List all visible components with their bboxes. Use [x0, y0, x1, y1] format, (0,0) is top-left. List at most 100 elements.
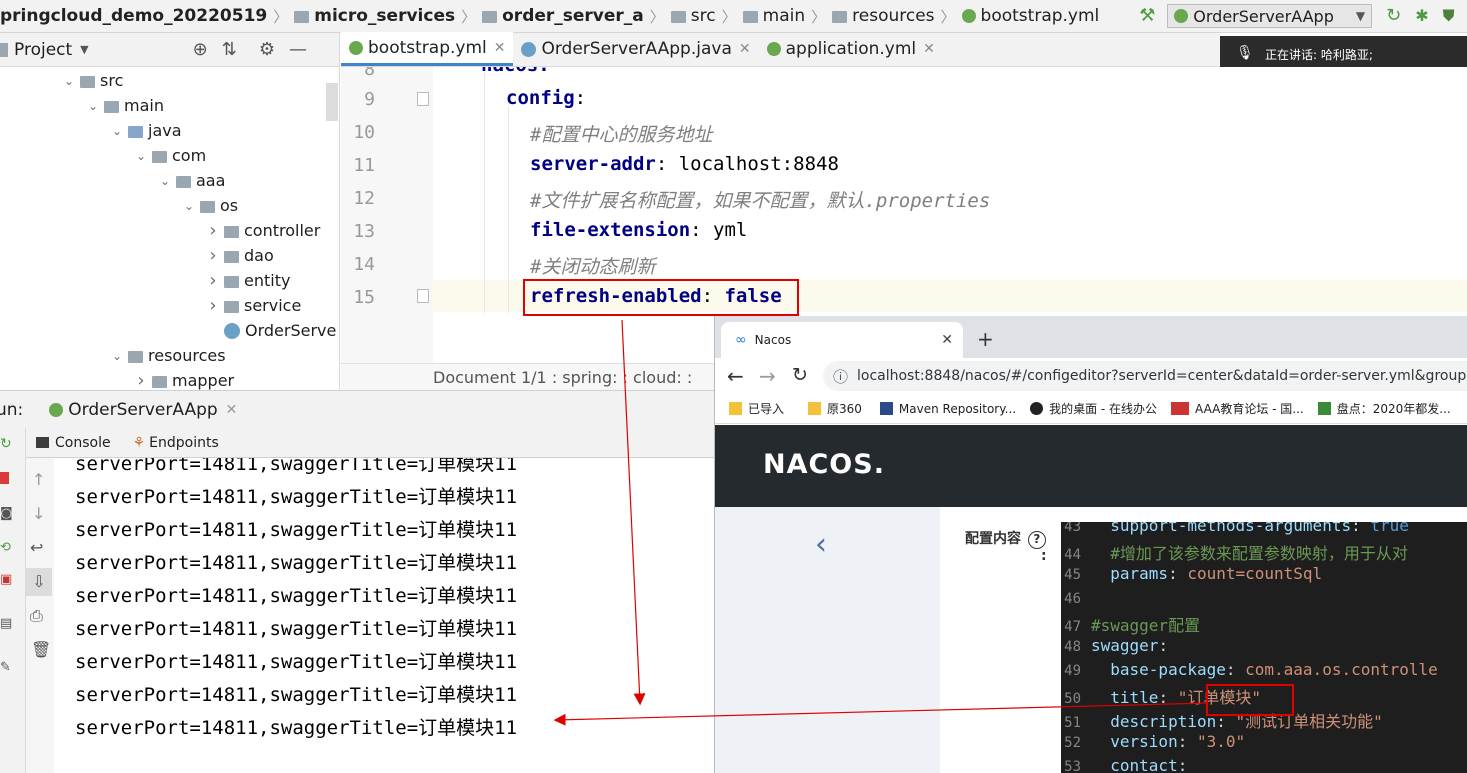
hide-panel-icon[interactable]: —: [289, 39, 307, 60]
chevron-right-icon[interactable]: ›: [206, 270, 220, 291]
chevron-right-icon[interactable]: ›: [206, 220, 220, 241]
browser-tab-bar: ∞ Nacos ✕ +: [715, 316, 1467, 358]
gear-icon[interactable]: ⚙: [259, 39, 275, 60]
refresh-enabled-highlight-box: [523, 279, 799, 316]
scroll-down-icon[interactable]: ↓: [32, 504, 45, 523]
run-tab-label[interactable]: OrderServerAApp: [68, 400, 217, 420]
fold-marker-icon[interactable]: [417, 289, 429, 303]
tree-item[interactable]: › service: [206, 293, 301, 318]
bookmark-pandian[interactable]: 盘点：2020年都发...: [1317, 400, 1451, 417]
pin-icon[interactable]: ✎: [0, 660, 11, 675]
address-url: localhost:8848/nacos/#/configeditor?serv…: [857, 368, 1467, 384]
layout-icon[interactable]: ▤: [0, 616, 12, 631]
tree-item[interactable]: ⌄ aaa: [158, 168, 225, 193]
yaml-config-editor[interactable]: 43 support-methods-arguments: true 44 #增加…: [1061, 522, 1467, 773]
console-output[interactable]: serverPort=14811,swaggerTitle=订单模块11 serv…: [54, 458, 714, 773]
breadcrumb-separator: 〉: [811, 7, 827, 26]
soft-wrap-icon[interactable]: ↩: [30, 538, 43, 557]
exit-icon[interactable]: ▣: [0, 572, 12, 587]
tree-item[interactable]: › dao: [206, 243, 273, 268]
folder-icon: [224, 300, 239, 313]
bookmark-desktop[interactable]: 我的桌面 - 在线办公: [1030, 400, 1157, 417]
close-icon[interactable]: ✕: [226, 402, 238, 418]
debug-bug-icon[interactable]: ✱: [1415, 8, 1428, 24]
chevron-down-icon[interactable]: ▼: [80, 43, 88, 56]
help-icon[interactable]: ?: [1027, 531, 1046, 549]
tree-item[interactable]: › controller: [206, 218, 320, 243]
breadcrumb-src[interactable]: src: [691, 6, 716, 26]
tree-item[interactable]: › entity: [206, 268, 290, 293]
chevron-down-icon[interactable]: ⌄: [158, 174, 172, 188]
yaml-line-number: 51: [1064, 715, 1081, 731]
breadcrumb-main[interactable]: main: [763, 6, 805, 26]
breadcrumb-resources[interactable]: resources: [852, 6, 934, 26]
collapse-all-icon[interactable]: ⇅: [222, 39, 237, 60]
coverage-shield-icon[interactable]: ⛊: [1443, 8, 1455, 24]
tree-item[interactable]: ⌄ os: [182, 193, 238, 218]
browser-tab-nacos[interactable]: ∞ Nacos ✕: [721, 322, 963, 358]
tree-scrollbar[interactable]: [326, 83, 338, 121]
restart-icon[interactable]: ⟲: [0, 540, 11, 555]
address-bar[interactable]: ⓘ localhost:8848/nacos/#/configeditor?se…: [823, 361, 1467, 391]
forward-arrow-icon[interactable]: →: [759, 364, 776, 388]
scroll-up-icon[interactable]: ↑: [32, 470, 45, 489]
bookmark-imported[interactable]: 已导入: [729, 400, 784, 417]
chevron-down-icon[interactable]: ⌄: [86, 99, 100, 113]
breadcrumb-file[interactable]: bootstrap.yml: [981, 6, 1100, 26]
tab-order-server-app-java[interactable]: OrderServerAApp.java ✕: [513, 32, 758, 66]
nacos-logo[interactable]: NACOS.: [763, 449, 885, 480]
tab-application-yml[interactable]: application.yml ✕: [759, 32, 943, 66]
breadcrumb-project[interactable]: pringcloud_demo_20220519: [0, 6, 267, 26]
run-configuration-select[interactable]: OrderServerAApp ▼: [1167, 4, 1373, 28]
editor-status-text[interactable]: Document 1/1 : spring: : cloud: :: [433, 368, 692, 387]
breadcrumb-module[interactable]: order_server_a: [502, 6, 644, 26]
chevron-down-icon[interactable]: ⌄: [110, 349, 124, 363]
tab-bootstrap-yml[interactable]: bootstrap.yml ✕: [341, 32, 514, 66]
camera-icon[interactable]: ◙: [0, 506, 13, 521]
reload-icon[interactable]: ↻: [792, 364, 808, 386]
chevron-right-icon[interactable]: ›: [206, 295, 220, 316]
tree-item[interactable]: ⌄ resources: [110, 343, 226, 368]
tab-endpoints[interactable]: Endpoints: [149, 435, 219, 451]
breadcrumb: pringcloud_demo_20220519 〉 micro_service…: [0, 6, 1099, 27]
close-icon[interactable]: ✕: [923, 41, 935, 57]
tree-item[interactable]: ⌄ java: [110, 118, 182, 143]
breadcrumb-separator: 〉: [940, 7, 956, 26]
close-icon[interactable]: ✕: [494, 40, 506, 56]
stop-icon[interactable]: [0, 472, 9, 484]
bookmark-folder-icon: [729, 402, 742, 415]
project-view-icon: [0, 42, 8, 57]
breadcrumb-module-group[interactable]: micro_services: [314, 6, 455, 26]
tree-item[interactable]: ⌄ main: [86, 93, 164, 118]
new-tab-plus-icon[interactable]: +: [977, 327, 994, 351]
chevron-right-icon[interactable]: ›: [134, 370, 148, 391]
scroll-to-end-icon[interactable]: ⇩: [26, 568, 52, 596]
bookmark-maven[interactable]: Maven Repository...: [879, 402, 1016, 416]
trash-icon[interactable]: 🗑: [31, 640, 51, 659]
console-icon: [36, 437, 49, 448]
chevron-down-icon[interactable]: ⌄: [110, 124, 124, 138]
yaml-line-number: 46: [1064, 591, 1081, 607]
tab-console[interactable]: Console: [55, 435, 111, 451]
chevron-down-icon[interactable]: ⌄: [182, 199, 196, 213]
bookmark-aaa[interactable]: AAA教育论坛 - 国...: [1171, 400, 1304, 417]
fold-marker-icon[interactable]: [417, 92, 429, 106]
tree-item[interactable]: OrderServe: [206, 318, 336, 343]
rerun-icon[interactable]: ↻: [0, 436, 12, 452]
build-hammer-icon[interactable]: ⚒: [1139, 7, 1155, 25]
rerun-icon[interactable]: ↻: [1386, 7, 1401, 25]
tree-item[interactable]: ⌄ src: [62, 68, 123, 93]
close-icon[interactable]: ✕: [739, 41, 751, 57]
project-panel: Project ▼ ⊕ ⇅ ⚙ — ⌄ src ⌄ main ⌄ java ⌄ com ⌄ aaa…: [0, 33, 340, 391]
target-icon[interactable]: ⊕: [193, 39, 208, 60]
tree-item[interactable]: ⌄ com: [134, 143, 206, 168]
chevron-down-icon[interactable]: ⌄: [134, 149, 148, 163]
close-icon[interactable]: ✕: [941, 332, 953, 348]
chevron-left-icon[interactable]: ‹: [815, 527, 827, 562]
project-panel-title[interactable]: Project: [14, 40, 72, 60]
bookmark-360[interactable]: 原360: [808, 400, 862, 417]
chevron-right-icon[interactable]: ›: [206, 245, 220, 266]
chevron-down-icon[interactable]: ⌄: [62, 74, 76, 88]
back-arrow-icon[interactable]: ←: [727, 364, 744, 388]
print-icon[interactable]: ⎙: [30, 606, 43, 626]
